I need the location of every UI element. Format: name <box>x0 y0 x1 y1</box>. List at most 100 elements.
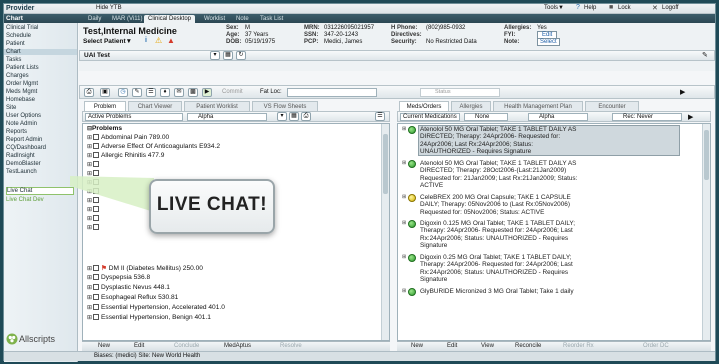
med-reorder-button[interactable]: Reorder Rx <box>563 343 594 349</box>
list-item[interactable]: ⊞ Adverse Effect Of Anticoagulants E934.2 <box>87 143 220 150</box>
problem-grid-icon[interactable]: ▦ <box>289 112 299 121</box>
tab-allergies[interactable]: Allergies <box>451 101 491 111</box>
lock-link[interactable]: Lock <box>618 5 631 11</box>
list-item[interactable]: ⊞ Allergic Rhinitis 477.9 <box>87 152 164 159</box>
alert-icon[interactable]: ▲ <box>167 36 175 45</box>
tab-encounter[interactable]: Encounter <box>585 101 639 111</box>
nav-item-schedule[interactable]: Schedule <box>6 33 31 39</box>
tab-chart-viewer[interactable]: Chart Viewer <box>128 101 182 111</box>
select-patient-button[interactable]: Select Patient▼ <box>83 38 132 45</box>
commit-button[interactable]: Commit <box>222 89 243 95</box>
notes-icon[interactable]: ✉ <box>174 88 184 97</box>
meds-scrollbar[interactable] <box>702 124 710 340</box>
dropdown-icon[interactable]: ▾ <box>210 51 220 60</box>
tab-daily[interactable]: Daily <box>84 15 105 23</box>
meds-sort-select[interactable]: Alpha <box>528 113 588 121</box>
nav-item-meds-mgmt[interactable]: Meds Mgmt <box>6 89 37 95</box>
tab-task-list[interactable]: Task List <box>256 15 287 23</box>
table-row[interactable]: Atenolol 50 MG Oral Tablet; TAKE 1 TABLE… <box>420 126 662 156</box>
tab-note[interactable]: Note <box>232 15 253 23</box>
table-row[interactable]: Atenolol 50 MG Oral Tablet; TAKE 1 TABLE… <box>420 160 662 190</box>
meds-group-select[interactable]: None <box>464 113 508 121</box>
history-icon[interactable]: ◷ <box>118 88 128 97</box>
note-select-button[interactable]: Select <box>537 38 560 46</box>
problem-new-button[interactable]: New <box>98 343 110 349</box>
nav-item-live-chat[interactable]: Live Chat <box>6 187 74 195</box>
go-icon[interactable]: ▶ <box>202 88 212 97</box>
nav-item-patient[interactable]: Patient <box>6 41 25 47</box>
nav-item-site[interactable]: Site <box>6 105 16 111</box>
grid-icon[interactable]: ▦ <box>223 51 233 60</box>
tab-health-management-plan[interactable]: Health Management Plan <box>493 101 583 111</box>
table-row[interactable]: GlyBURIDE Micronized 3 MG Oral Tablet; T… <box>420 288 662 295</box>
tools-menu[interactable]: Tools▼ <box>544 5 564 11</box>
hide-ytb-link[interactable]: Hide YTB <box>96 5 122 11</box>
nav-item-live-chat-dev[interactable]: Live Chat Dev <box>6 197 44 203</box>
problem-conclude-button[interactable]: Conclude <box>174 343 199 349</box>
med-view-button[interactable]: View <box>481 343 494 349</box>
tab-clinical-desktop[interactable]: Clinical Desktop <box>144 15 196 23</box>
nav-item-reports[interactable]: Reports <box>6 129 27 135</box>
nav-arrow-icon[interactable]: ▶ <box>680 88 685 96</box>
problem-resolve-button[interactable]: Resolve <box>280 343 302 349</box>
table-row[interactable]: Digoxin 0.25 MG Oral Tablet; TAKE 1 TABL… <box>420 254 662 284</box>
meds-rec-select[interactable]: Rec: Never <box>612 113 682 121</box>
med-order-dc-button[interactable]: Order DC <box>643 343 669 349</box>
problem-edit-button[interactable]: Edit <box>134 343 144 349</box>
vitals-icon[interactable]: ♦ <box>160 88 170 97</box>
med-new-button[interactable]: New <box>411 343 423 349</box>
meds-type-select[interactable]: Current Medications <box>400 113 460 121</box>
help-link[interactable]: Help <box>584 5 596 11</box>
logoff-link[interactable]: Logoff <box>662 5 679 11</box>
save-icon[interactable]: ▣ <box>100 88 110 97</box>
tab-mar[interactable]: MAR (Vi11) <box>108 15 146 23</box>
print-icon[interactable]: ⎙ <box>84 88 94 97</box>
nav-item-charges[interactable]: Charges <box>6 73 29 79</box>
live-chat-banner[interactable]: LIVE CHAT! <box>149 179 275 234</box>
list-item[interactable]: ⊞ Essential Hypertension, Accelerated 401… <box>87 304 225 311</box>
nav-item-tasks[interactable]: Tasks <box>6 57 21 63</box>
status-select[interactable] <box>420 88 500 97</box>
problem-add-icon[interactable]: ▾ <box>277 112 287 121</box>
nav-item-clinical-trial[interactable]: Clinical Trial <box>6 25 38 31</box>
nav-item-user-options[interactable]: User Options <box>6 113 41 119</box>
nav-item-cq-dashboard[interactable]: CQ/Dashboard <box>6 145 46 151</box>
table-row[interactable]: CeleBREX 200 MG Oral Capsule; TAKE 1 CAP… <box>420 194 662 216</box>
edit-icon[interactable]: ✎ <box>702 51 708 59</box>
orders-icon[interactable]: ✎ <box>132 88 142 97</box>
warning-icon[interactable]: ⚠ <box>155 36 162 45</box>
list-select[interactable]: UAI Test <box>84 52 110 59</box>
nav-item-demoblaster[interactable]: DemoBlaster <box>6 161 41 167</box>
nav-item-order-mgmt[interactable]: Order Mgmt <box>6 81 38 87</box>
list-item[interactable]: ⊞ Dysplastic Nevus 448.1 <box>87 284 170 291</box>
fat-loc-select[interactable] <box>287 88 377 97</box>
meds-next-icon[interactable]: ▶ <box>688 113 693 121</box>
nav-item-note-admin[interactable]: Note Admin <box>6 121 37 127</box>
nav-item-radinsight[interactable]: RadInsight <box>6 153 35 159</box>
nav-item-homebase[interactable]: Homebase <box>6 97 35 103</box>
list-item[interactable]: ⊞ Essential Hypertension, Benign 401.1 <box>87 314 211 321</box>
tab-patient-worklist[interactable]: Patient Worklist <box>184 101 250 111</box>
nav-item-report-admin[interactable]: Report Admin <box>6 137 42 143</box>
results-icon[interactable]: ☰ <box>146 88 156 97</box>
list-item[interactable]: ⊞ Dyspepsia 536.8 <box>87 274 150 281</box>
tab-worklist[interactable]: Worklist <box>200 15 229 23</box>
problems-scrollbar[interactable] <box>381 124 389 340</box>
tab-vs-flow-sheets[interactable]: VS Flow Sheets <box>252 101 318 111</box>
table-row[interactable]: Digoxin 0.125 MG Oral Tablet; TAKE 1 TAB… <box>420 220 662 250</box>
tab-problem[interactable]: Problem <box>84 101 126 111</box>
list-item[interactable]: ⊞ <box>87 224 101 231</box>
problem-medaptus-button[interactable]: MedAptus <box>224 343 251 349</box>
problem-type-select[interactable]: Active Problems <box>85 113 183 121</box>
nav-item-testlaunch[interactable]: TestLaunch <box>6 169 37 175</box>
tab-meds-orders[interactable]: Meds/Orders <box>399 101 449 111</box>
list-item[interactable]: ⊞ Esophageal Reflux 530.81 <box>87 294 178 301</box>
list-item[interactable]: ⊞ Abdominal Pain 789.00 <box>87 134 169 141</box>
problems-header[interactable]: ⊟Problems <box>87 125 122 132</box>
med-reconcile-button[interactable]: Reconcile <box>515 343 541 349</box>
nav-item-patient-lists[interactable]: Patient Lists <box>6 65 39 71</box>
nav-item-chart[interactable]: Chart <box>4 49 77 55</box>
list-item[interactable]: ⊞ ⚑ DM II (Diabetes Mellitus) 250.00 <box>87 264 203 272</box>
med-edit-button[interactable]: Edit <box>447 343 457 349</box>
info-icon[interactable]: i <box>145 37 147 44</box>
